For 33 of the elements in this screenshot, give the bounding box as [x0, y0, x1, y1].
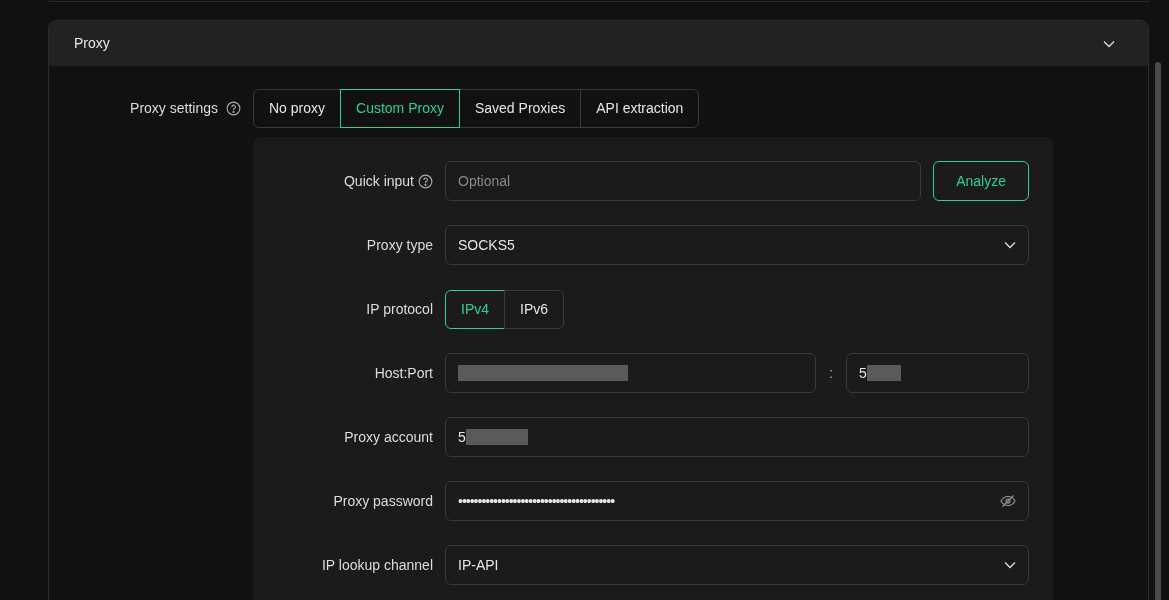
account-field[interactable]: 5: [445, 417, 1029, 457]
chevron-down-icon: [1004, 241, 1016, 249]
port-field[interactable]: 5: [846, 353, 1029, 393]
redaction-blur: [866, 365, 901, 381]
chevron-down-icon: [1103, 39, 1115, 48]
quick-input-field[interactable]: Optional: [445, 161, 922, 201]
field-label: Quick input: [343, 171, 414, 191]
analyze-button[interactable]: Analyze: [933, 161, 1029, 201]
field-label: Proxy settings: [130, 99, 218, 118]
section-header[interactable]: Proxy: [49, 21, 1148, 66]
select-field[interactable]: IP-API: [445, 545, 1029, 585]
port-separator: :: [828, 363, 834, 383]
help-icon: [418, 173, 433, 189]
field-label: Proxy type: [366, 235, 433, 255]
password-field[interactable]: ••••••••••••••••••••••••••••••••••••••••: [445, 481, 1029, 521]
section-title: Proxy: [74, 34, 110, 53]
protocol-option[interactable]: IPv6: [504, 289, 565, 329]
select-field[interactable]: SOCKS5: [445, 225, 1029, 265]
redaction-blur: [465, 429, 528, 445]
proxy-tab[interactable]: API extraction: [580, 89, 700, 128]
proxy-tab[interactable]: Custom Proxy: [340, 89, 460, 128]
host-field[interactable]: [445, 353, 816, 393]
chevron-down-icon: [1004, 561, 1016, 569]
field-label: Proxy account: [344, 427, 433, 447]
field-label: IP lookup channel: [321, 555, 433, 575]
help-icon: [226, 101, 241, 116]
eye-off-icon[interactable]: [1000, 494, 1016, 508]
field-label: Proxy password: [333, 491, 433, 511]
protocol-option[interactable]: IPv4: [445, 289, 505, 329]
field-label: Host:Port: [374, 363, 433, 383]
field-label: IP protocol: [366, 299, 433, 319]
proxy-tab[interactable]: Saved Proxies: [458, 89, 582, 128]
proxy-tab[interactable]: No proxy: [253, 89, 342, 128]
